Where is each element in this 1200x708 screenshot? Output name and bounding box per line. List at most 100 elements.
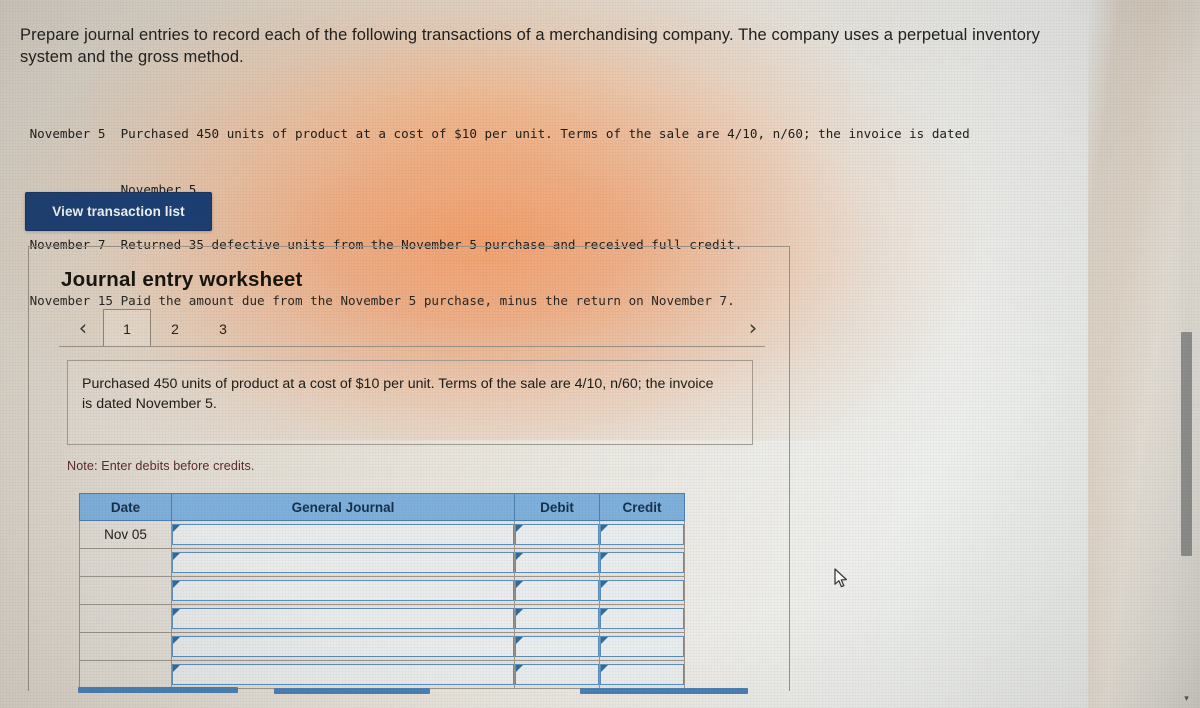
page-content: Prepare journal entries to record each o… — [0, 0, 1200, 708]
column-header-debit: Debit — [514, 493, 600, 521]
mouse-cursor — [833, 568, 851, 590]
chevron-right-icon[interactable]: › — [741, 314, 765, 342]
bottom-action-bar-2[interactable] — [274, 688, 430, 694]
account-select[interactable] — [172, 608, 514, 629]
transaction-line: November 5 Purchased 450 units of produc… — [22, 126, 970, 141]
account-select[interactable] — [172, 524, 514, 545]
credit-input[interactable] — [600, 580, 684, 601]
dropdown-triangle-icon — [516, 525, 523, 532]
bottom-action-bar-3[interactable] — [580, 688, 748, 694]
view-transaction-list-button[interactable]: View transaction list — [25, 192, 212, 231]
screen-photo: Prepare journal entries to record each o… — [0, 0, 1200, 708]
column-header-credit: Credit — [599, 493, 685, 521]
cell-credit[interactable] — [599, 604, 685, 633]
cell-debit[interactable] — [514, 520, 600, 549]
account-select[interactable] — [172, 664, 514, 685]
cell-date[interactable]: Nov 05 — [79, 520, 172, 549]
column-header-general-journal: General Journal — [171, 493, 515, 521]
cell-date[interactable] — [79, 576, 172, 605]
cell-credit[interactable] — [599, 632, 685, 661]
credit-input[interactable] — [600, 524, 684, 545]
table-row — [79, 576, 685, 605]
dropdown-triangle-icon — [601, 581, 608, 588]
chevron-left-icon[interactable]: ‹ — [71, 314, 95, 342]
credit-input[interactable] — [600, 552, 684, 573]
account-select[interactable] — [172, 636, 514, 657]
credit-input[interactable] — [600, 608, 684, 629]
dropdown-triangle-icon — [516, 665, 523, 672]
vertical-scrollbar-thumb[interactable] — [1181, 332, 1192, 556]
page-title: Prepare journal entries to record each o… — [20, 26, 1040, 66]
instruction-box: Purchased 450 units of product at a cost… — [67, 360, 753, 445]
instruction-text: Purchased 450 units of product at a cost… — [82, 376, 714, 412]
debit-input[interactable] — [515, 664, 599, 685]
worksheet-tabs: 1 2 3 — [103, 309, 247, 347]
dropdown-triangle-icon — [601, 525, 608, 532]
tab-1[interactable]: 1 — [103, 309, 151, 347]
cell-general-journal[interactable] — [171, 632, 515, 661]
debit-input[interactable] — [515, 608, 599, 629]
dropdown-triangle-icon — [601, 553, 608, 560]
worksheet-title: Journal entry worksheet — [61, 268, 303, 291]
table-header-row: Date General Journal Debit Credit — [79, 493, 685, 521]
cell-debit[interactable] — [514, 660, 600, 689]
tab-3[interactable]: 3 — [199, 309, 247, 347]
journal-entry-worksheet-panel: Journal entry worksheet ‹ 1 2 3 › Purcha… — [28, 246, 790, 691]
cell-credit[interactable] — [599, 520, 685, 549]
table-row — [79, 632, 685, 661]
dropdown-triangle-icon — [173, 665, 180, 672]
tabstrip-divider — [59, 346, 765, 347]
cell-date[interactable] — [79, 632, 172, 661]
debit-input[interactable] — [515, 580, 599, 601]
debits-before-credits-note: Note: Enter debits before credits. — [67, 459, 255, 473]
cell-general-journal[interactable] — [171, 660, 515, 689]
cell-debit[interactable] — [514, 576, 600, 605]
account-select[interactable] — [172, 552, 514, 573]
cell-date[interactable] — [79, 604, 172, 633]
table-row — [79, 660, 685, 689]
cell-debit[interactable] — [514, 548, 600, 577]
debit-input[interactable] — [515, 524, 599, 545]
dropdown-triangle-icon — [601, 609, 608, 616]
dropdown-triangle-icon — [173, 609, 180, 616]
worksheet-tabstrip: ‹ 1 2 3 › — [59, 309, 765, 347]
cell-credit[interactable] — [599, 548, 685, 577]
dropdown-triangle-icon — [601, 637, 608, 644]
tab-label: 2 — [171, 320, 179, 337]
dropdown-triangle-icon — [516, 609, 523, 616]
dropdown-triangle-icon — [516, 637, 523, 644]
cell-general-journal[interactable] — [171, 576, 515, 605]
cell-general-journal[interactable] — [171, 604, 515, 633]
dropdown-triangle-icon — [173, 637, 180, 644]
journal-entry-table: Date General Journal Debit Credit Nov 05 — [79, 493, 685, 689]
cell-general-journal[interactable] — [171, 548, 515, 577]
dropdown-triangle-icon — [173, 581, 180, 588]
dropdown-triangle-icon — [516, 553, 523, 560]
dropdown-triangle-icon — [173, 553, 180, 560]
chevron-down-icon[interactable]: ▾ — [1181, 693, 1192, 704]
column-header-date: Date — [79, 493, 172, 521]
journal-entry-table-body: Nov 05 — [79, 520, 685, 689]
credit-input[interactable] — [600, 636, 684, 657]
tab-2[interactable]: 2 — [151, 309, 199, 347]
table-row — [79, 548, 685, 577]
tab-label: 1 — [123, 320, 131, 337]
bottom-action-bar-1[interactable] — [78, 687, 238, 693]
debit-input[interactable] — [515, 552, 599, 573]
table-row — [79, 604, 685, 633]
cell-date[interactable] — [79, 660, 172, 689]
debit-input[interactable] — [515, 636, 599, 657]
account-select[interactable] — [172, 580, 514, 601]
dropdown-triangle-icon — [516, 581, 523, 588]
cell-credit[interactable] — [599, 576, 685, 605]
tab-label: 3 — [219, 320, 227, 337]
cell-credit[interactable] — [599, 660, 685, 689]
dropdown-triangle-icon — [601, 665, 608, 672]
cell-date[interactable] — [79, 548, 172, 577]
cell-general-journal[interactable] — [171, 520, 515, 549]
credit-input[interactable] — [600, 664, 684, 685]
cell-debit[interactable] — [514, 604, 600, 633]
table-row: Nov 05 — [79, 520, 685, 549]
cell-debit[interactable] — [514, 632, 600, 661]
dropdown-triangle-icon — [173, 525, 180, 532]
